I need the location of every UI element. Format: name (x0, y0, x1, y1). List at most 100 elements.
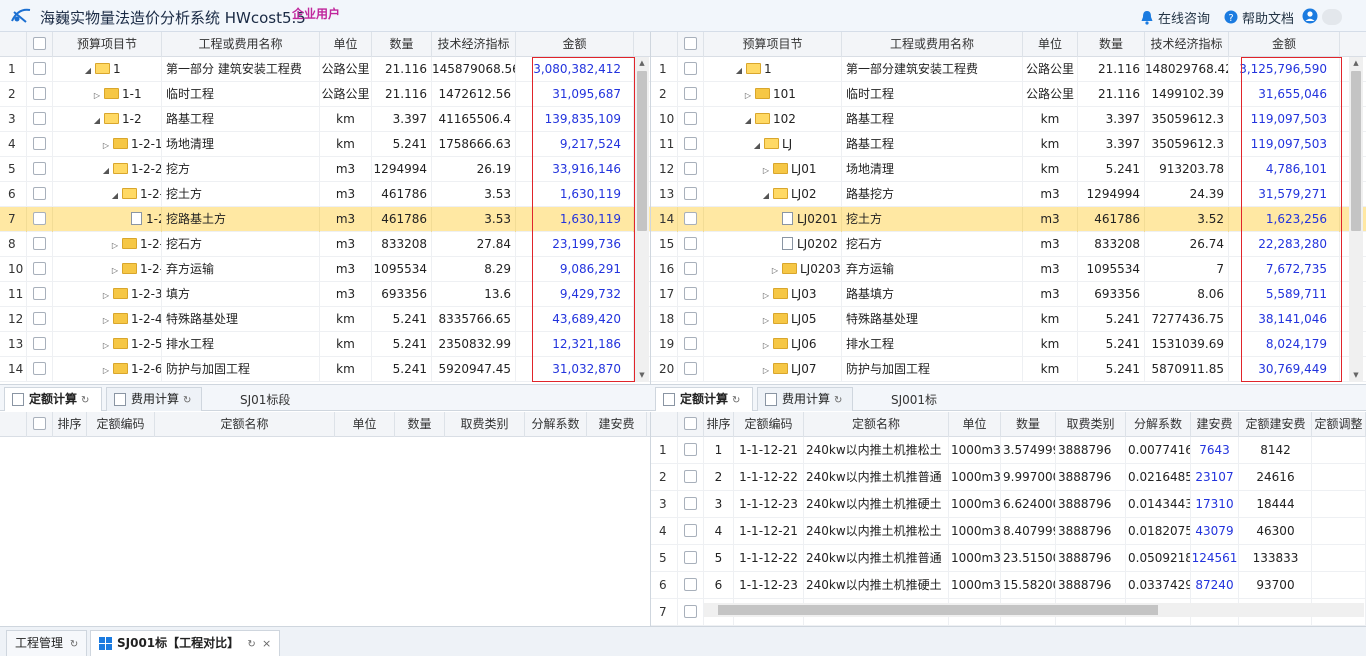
collapse-arrow-icon[interactable]: ◢ (110, 183, 120, 207)
column-header[interactable]: 单位 (1023, 32, 1078, 57)
expand-arrow-icon[interactable]: ▷ (110, 233, 120, 257)
vertical-scrollbar[interactable]: ▲ ▼ (635, 57, 649, 382)
tab-quota-calc-right[interactable]: 定额计算 ↻ (655, 387, 753, 411)
refresh-icon[interactable]: ↻ (834, 395, 842, 406)
scrollbar-thumb[interactable] (718, 605, 1158, 615)
column-header[interactable]: 金额 (1229, 32, 1340, 57)
row-checkbox-cell[interactable] (27, 157, 53, 182)
checkbox[interactable] (684, 62, 697, 75)
column-header[interactable]: 技术经济指标 (432, 32, 516, 57)
table-row[interactable]: 111-1-12-21240kw以内推土机推松土1000m3天3.5749993… (651, 437, 1366, 464)
expand-arrow-icon[interactable]: ▷ (110, 258, 120, 282)
column-header[interactable]: 定额调整 (1312, 412, 1366, 437)
refresh-icon[interactable]: ↻ (81, 395, 89, 406)
collapse-arrow-icon[interactable]: ◢ (752, 133, 762, 157)
row-checkbox-cell[interactable] (678, 107, 704, 132)
collapse-arrow-icon[interactable]: ◢ (92, 108, 102, 132)
row-checkbox-cell[interactable] (27, 82, 53, 107)
checkbox[interactable] (684, 212, 697, 225)
column-header[interactable]: 建安费 (1191, 412, 1239, 437)
column-header[interactable]: 单位 (335, 412, 395, 437)
column-header[interactable]: 工程或费用名称 (842, 32, 1023, 57)
tree-cell[interactable]: ▷ LJ01 (704, 157, 842, 182)
collapse-arrow-icon[interactable]: ◢ (761, 183, 771, 207)
tree-cell[interactable]: ◢ 102 (704, 107, 842, 132)
tree-cell[interactable]: ◢ 1-2-2-1 (53, 182, 162, 207)
refresh-icon[interactable]: ↻ (732, 395, 740, 406)
checkbox[interactable] (33, 312, 46, 325)
column-header[interactable]: 定额编码 (734, 412, 804, 437)
column-header[interactable]: 单位 (320, 32, 372, 57)
expand-arrow-icon[interactable]: ▷ (770, 258, 780, 282)
checkbox[interactable] (684, 262, 697, 275)
tree-cell[interactable]: ▷ LJ07 (704, 357, 842, 382)
expand-arrow-icon[interactable]: ▷ (101, 283, 111, 307)
row-checkbox-cell[interactable] (678, 599, 704, 626)
checkbox[interactable] (684, 312, 697, 325)
row-checkbox-cell[interactable] (678, 132, 704, 157)
table-row[interactable]: 331-1-12-23240kw以内推土机推硬土1000m3天6.6240003… (651, 491, 1366, 518)
row-checkbox-cell[interactable] (27, 332, 53, 357)
scroll-up-icon[interactable]: ▲ (635, 57, 649, 69)
checkbox[interactable] (684, 187, 697, 200)
tree-cell[interactable]: ▷ LJ06 (704, 332, 842, 357)
table-row[interactable]: 441-1-12-21240kw以内推土机推松土1000m3天8.4079993… (651, 518, 1366, 545)
tree-cell[interactable]: LJ0201 (704, 207, 842, 232)
row-checkbox-cell[interactable] (678, 357, 704, 382)
checkbox[interactable] (684, 237, 697, 250)
column-header[interactable]: 排序 (53, 412, 87, 437)
expand-arrow-icon[interactable]: ▷ (743, 83, 753, 107)
tab-project-compare[interactable]: SJ001标【工程对比】 ↻ × (90, 630, 281, 656)
user-icon[interactable] (1302, 8, 1318, 24)
checkbox[interactable] (684, 37, 697, 50)
checkbox[interactable] (33, 287, 46, 300)
row-checkbox-cell[interactable] (27, 282, 53, 307)
scroll-up-icon[interactable]: ▲ (1349, 57, 1363, 69)
checkbox[interactable] (33, 337, 46, 350)
tree-cell[interactable]: ▷ LJ0203 (704, 257, 842, 282)
checkbox[interactable] (33, 37, 46, 50)
checkbox[interactable] (33, 212, 46, 225)
column-header[interactable]: 数量 (372, 32, 432, 57)
tab-project-manage[interactable]: 工程管理 ↻ (6, 630, 88, 656)
column-header[interactable]: 定额编码 (87, 412, 155, 437)
collapse-arrow-icon[interactable]: ◢ (734, 58, 744, 82)
row-checkbox-cell[interactable] (27, 257, 53, 282)
checkbox[interactable] (33, 162, 46, 175)
row-checkbox-cell[interactable] (678, 232, 704, 257)
refresh-icon[interactable]: ↻ (247, 639, 255, 650)
collapse-arrow-icon[interactable]: ◢ (743, 108, 753, 132)
tree-cell[interactable]: ◢ 1-2-2 (53, 157, 162, 182)
row-checkbox-cell[interactable] (27, 132, 53, 157)
checkbox[interactable] (684, 524, 697, 537)
column-header[interactable]: 建安费 (587, 412, 647, 437)
tab-quota-calc-left[interactable]: 定额计算 ↻ (4, 387, 102, 411)
tree-cell[interactable]: ▷ 1-2-6 (53, 357, 162, 382)
header-select-all[interactable] (27, 32, 53, 57)
help-button[interactable]: ? 帮助文档 (1224, 8, 1294, 27)
expand-arrow-icon[interactable]: ▷ (761, 358, 771, 382)
row-checkbox-cell[interactable] (678, 207, 704, 232)
tree-cell[interactable]: ◢ 1 (53, 57, 162, 82)
row-checkbox-cell[interactable] (27, 307, 53, 332)
checkbox[interactable] (33, 262, 46, 275)
row-checkbox-cell[interactable] (678, 464, 704, 491)
header-select-all[interactable] (678, 32, 704, 57)
tree-cell[interactable]: ▷ 1-2-2-2 (53, 232, 162, 257)
row-checkbox-cell[interactable] (678, 282, 704, 307)
table-row[interactable]: 551-1-12-22240kw以内推土机推普通1000m3天23.515003… (651, 545, 1366, 572)
tree-cell[interactable]: ◢ LJ (704, 132, 842, 157)
checkbox[interactable] (684, 497, 697, 510)
tree-cell[interactable]: 1-2-2-1-1 (53, 207, 162, 232)
row-checkbox-cell[interactable] (678, 157, 704, 182)
column-header[interactable]: 取费类别 (445, 412, 525, 437)
row-checkbox-cell[interactable] (27, 207, 53, 232)
tree-cell[interactable]: ▷ 101 (704, 82, 842, 107)
tree-cell[interactable]: ◢ LJ02 (704, 182, 842, 207)
row-checkbox-cell[interactable] (678, 307, 704, 332)
column-header[interactable]: 定额建安费 (1240, 412, 1312, 437)
tree-cell[interactable]: LJ0202 (704, 232, 842, 257)
scroll-down-icon[interactable]: ▼ (1349, 369, 1363, 381)
checkbox[interactable] (33, 62, 46, 75)
expand-arrow-icon[interactable]: ▷ (761, 158, 771, 182)
